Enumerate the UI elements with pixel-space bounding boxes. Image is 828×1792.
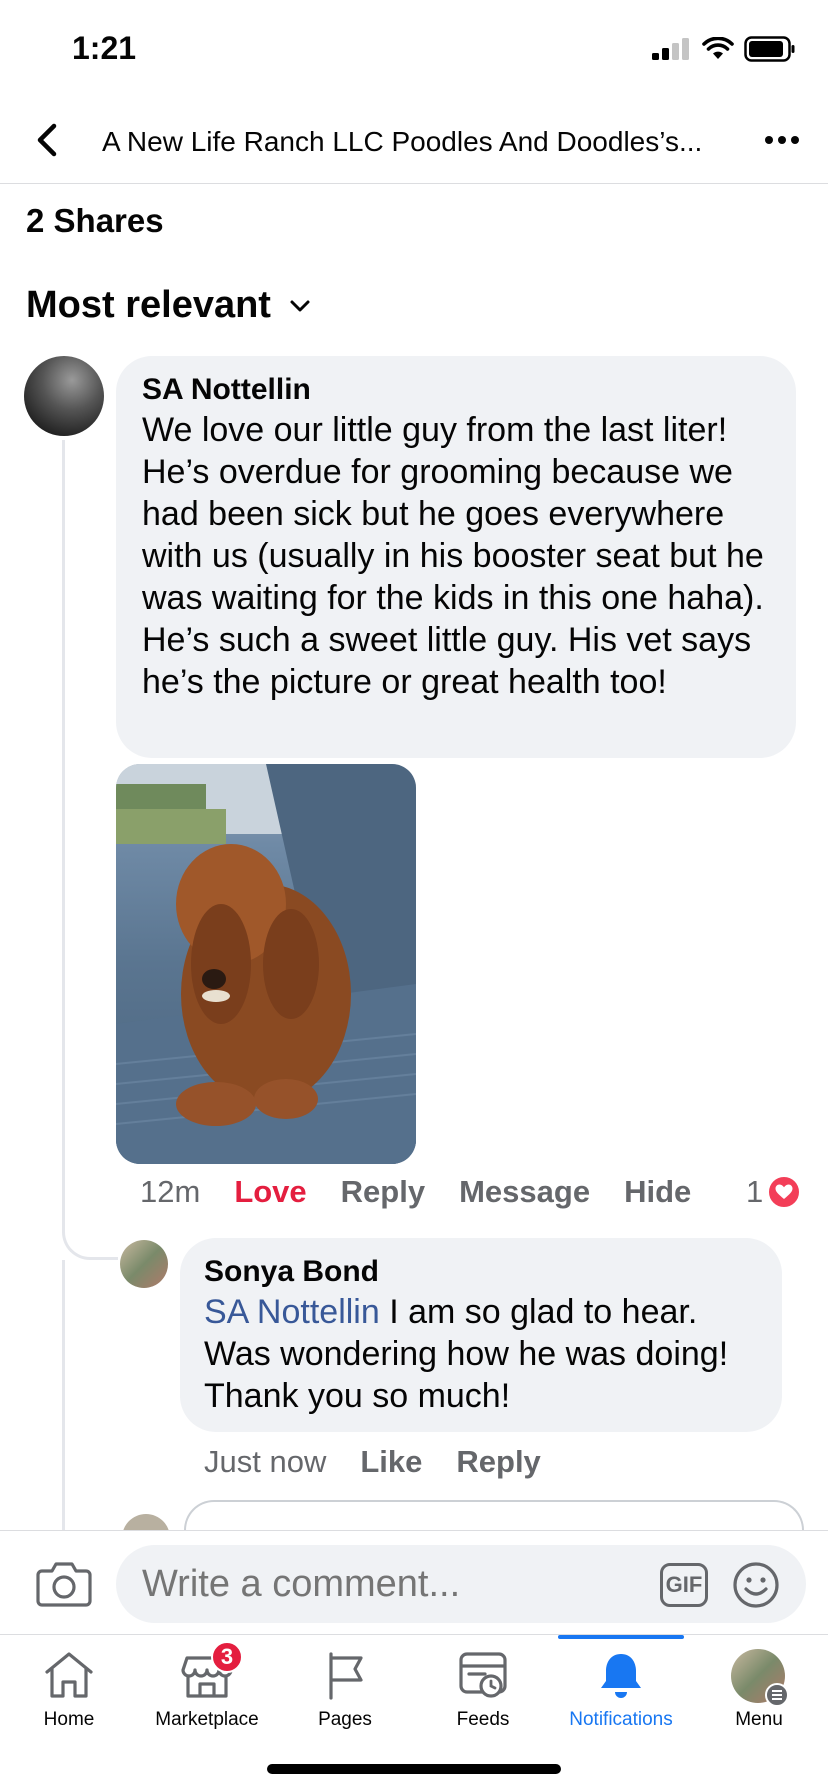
reply-actions: Just now Like Reply bbox=[204, 1444, 575, 1480]
battery-icon bbox=[744, 36, 795, 62]
chevron-down-icon bbox=[290, 300, 310, 311]
nav-label: Notifications bbox=[569, 1709, 673, 1730]
comment-author[interactable]: SA Nottellin bbox=[142, 370, 770, 409]
status-bar: 1:21 bbox=[0, 0, 828, 100]
nav-home[interactable]: Home bbox=[0, 1635, 138, 1745]
nav-label: Marketplace bbox=[155, 1709, 259, 1730]
comment-author[interactable]: Sonya Bond bbox=[204, 1252, 758, 1291]
nav-label: Home bbox=[43, 1709, 95, 1730]
camera-icon bbox=[36, 1562, 92, 1607]
reaction-summary[interactable]: 1 bbox=[746, 1174, 802, 1210]
emoji-button[interactable] bbox=[732, 1561, 780, 1609]
heart-icon bbox=[767, 1175, 802, 1209]
status-icons bbox=[652, 36, 796, 62]
comment-text: SA Nottellin I am so glad to hear. Was w… bbox=[204, 1291, 758, 1417]
more-dots-icon bbox=[791, 136, 799, 144]
thread-connector bbox=[62, 1260, 65, 1530]
signal-icon bbox=[652, 38, 689, 60]
nav-label: Pages bbox=[318, 1709, 372, 1730]
nav-label: Menu bbox=[735, 1709, 783, 1730]
comment-sort-dropdown[interactable]: Most relevant bbox=[26, 284, 311, 327]
nav-marketplace[interactable]: 3 Marketplace bbox=[138, 1635, 276, 1745]
like-button[interactable]: Like bbox=[360, 1444, 422, 1480]
comment-photo[interactable] bbox=[116, 764, 416, 1164]
comment-bubble[interactable]: SA Nottellin We love our little guy from… bbox=[116, 356, 796, 758]
comment-composer: GIF bbox=[0, 1530, 828, 1634]
nav-notifications[interactable]: Notifications bbox=[552, 1635, 690, 1745]
nav-feeds[interactable]: Feeds bbox=[414, 1635, 552, 1745]
mention-link[interactable]: SA Nottellin bbox=[204, 1293, 380, 1331]
back-button[interactable] bbox=[28, 118, 68, 162]
bell-icon bbox=[601, 1654, 641, 1698]
dog-photo bbox=[116, 764, 416, 1164]
comment-actions: 12m Love Reply Message Hide bbox=[140, 1174, 725, 1210]
wifi-icon bbox=[702, 37, 734, 59]
page-title: A New Life Ranch LLC Poodles And Doodles… bbox=[102, 126, 703, 157]
sort-label: Most relevant bbox=[26, 284, 271, 326]
flag-icon bbox=[329, 1652, 363, 1700]
nav-label: Feeds bbox=[456, 1709, 510, 1730]
reply-bubble[interactable]: Sonya Bond SA Nottellin I am so glad to … bbox=[180, 1238, 782, 1432]
reaction-count: 1 bbox=[746, 1174, 764, 1209]
love-button[interactable]: Love bbox=[234, 1174, 306, 1210]
avatar[interactable] bbox=[120, 1240, 168, 1288]
shares-count[interactable]: 2 Shares bbox=[26, 202, 164, 240]
home-indicator bbox=[267, 1764, 561, 1774]
camera-button[interactable] bbox=[36, 1557, 92, 1609]
home-icon bbox=[45, 1652, 93, 1698]
notification-badge: 3 bbox=[211, 1641, 243, 1673]
nav-pages[interactable]: Pages bbox=[276, 1635, 414, 1745]
message-button[interactable]: Message bbox=[459, 1174, 590, 1210]
more-options-button[interactable] bbox=[760, 122, 804, 158]
post-header: A New Life Ranch LLC Poodles And Doodles… bbox=[0, 100, 828, 184]
reply-button[interactable]: Reply bbox=[341, 1174, 425, 1210]
comment-text: We love our little guy from the last lit… bbox=[142, 411, 764, 701]
hide-button[interactable]: Hide bbox=[624, 1174, 691, 1210]
avatar[interactable] bbox=[24, 356, 104, 436]
more-dots-icon bbox=[765, 136, 773, 144]
comment-time: Just now bbox=[204, 1444, 327, 1479]
comment-time: 12m bbox=[140, 1174, 201, 1209]
feeds-icon bbox=[459, 1652, 507, 1698]
status-time: 1:21 bbox=[72, 30, 137, 66]
thread-connector bbox=[62, 440, 118, 1260]
emoji-icon bbox=[733, 1562, 779, 1608]
menu-icon bbox=[765, 1683, 789, 1707]
reply-button[interactable]: Reply bbox=[456, 1444, 540, 1480]
gif-button[interactable]: GIF bbox=[660, 1563, 708, 1607]
chevron-left-icon bbox=[37, 123, 57, 157]
nav-menu[interactable]: Menu bbox=[690, 1635, 828, 1745]
more-dots-icon bbox=[778, 136, 786, 144]
